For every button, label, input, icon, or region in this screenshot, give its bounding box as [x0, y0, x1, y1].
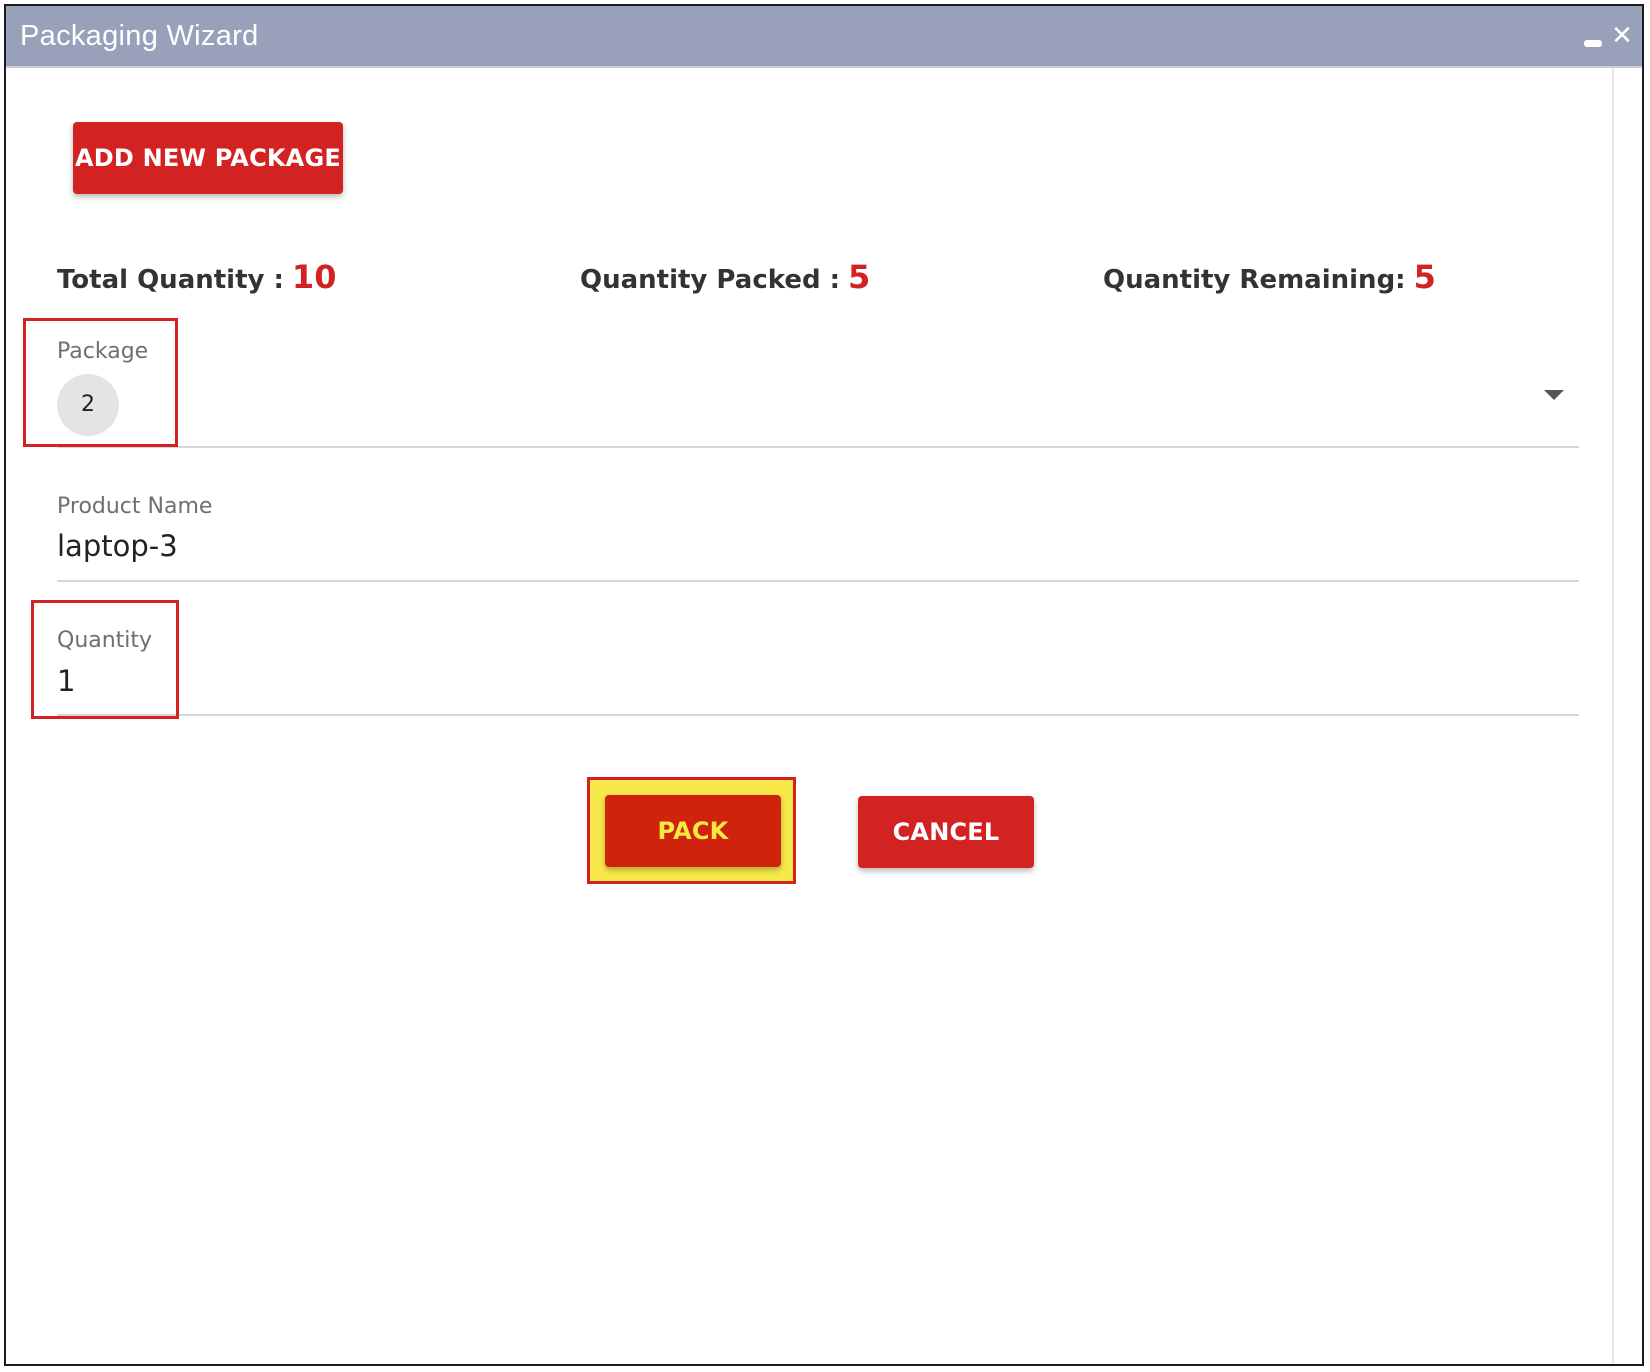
quantity-packed-label: Quantity Packed : — [580, 265, 841, 295]
quantity-highlight-box — [31, 600, 179, 719]
quantity-packed-stat: Quantity Packed :5 — [580, 258, 870, 296]
quantity-remaining-stat: Quantity Remaining: 5 — [1103, 258, 1436, 296]
product-name-underline — [57, 580, 1579, 582]
product-name-field[interactable]: laptop-3 — [57, 529, 178, 563]
package-select-underline[interactable] — [57, 446, 1579, 448]
chevron-down-icon[interactable] — [1544, 390, 1564, 400]
package-highlight-box — [23, 318, 178, 447]
pack-button[interactable]: PACK — [605, 795, 781, 867]
cancel-button[interactable]: CANCEL — [858, 796, 1034, 868]
quantity-underline — [57, 714, 1579, 716]
vertical-scrollbar[interactable] — [1612, 68, 1642, 1364]
close-icon[interactable]: ✕ — [1608, 22, 1636, 50]
quantity-remaining-label: Quantity Remaining: — [1103, 265, 1406, 295]
quantity-remaining-value: 5 — [1413, 258, 1436, 296]
titlebar: Packaging Wizard ✕ — [6, 6, 1642, 68]
add-new-package-button[interactable]: ADD NEW PACKAGE — [73, 122, 343, 194]
total-quantity-stat: Total Quantity :10 — [57, 258, 336, 296]
packaging-wizard-dialog: Packaging Wizard ✕ ADD NEW PACKAGE Total… — [4, 4, 1644, 1366]
pack-button-highlight: PACK — [587, 777, 796, 884]
product-name-label: Product Name — [57, 494, 213, 519]
quantity-packed-value: 5 — [848, 258, 871, 296]
total-quantity-label: Total Quantity : — [57, 265, 284, 295]
dialog-title: Packaging Wizard — [20, 20, 259, 52]
total-quantity-value: 10 — [291, 258, 337, 296]
minimize-icon[interactable] — [1584, 40, 1602, 47]
